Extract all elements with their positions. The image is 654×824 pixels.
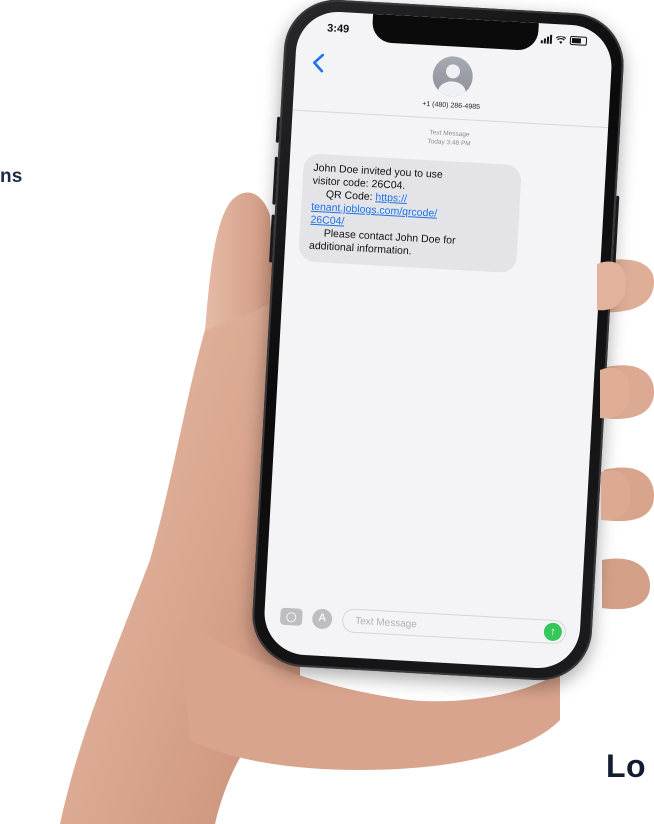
app-store-icon[interactable] <box>311 608 333 630</box>
qr-code-link[interactable]: https:// <box>375 191 407 205</box>
smartphone: 3:49 +1 (480) 286-4985 Text Message Toda… <box>249 0 627 683</box>
brand-logo-text: Lo <box>606 748 647 784</box>
camera-icon[interactable] <box>279 607 303 626</box>
status-time: 3:49 <box>326 22 350 36</box>
message-input[interactable]: Text Message <box>341 608 567 645</box>
contact-avatar[interactable] <box>431 55 474 98</box>
status-icons <box>540 34 588 46</box>
avatar-head <box>445 64 461 79</box>
signal-icon <box>540 34 553 44</box>
chevron-left-icon[interactable] <box>311 53 326 74</box>
avatar-body <box>437 80 467 98</box>
wifi-icon <box>555 35 567 44</box>
contact-number[interactable]: +1 (480) 286-4985 <box>293 94 609 119</box>
phone-screen: 3:49 +1 (480) 286-4985 Text Message Toda… <box>262 9 614 671</box>
incoming-message-bubble[interactable]: John Doe invited you to use visitor code… <box>298 153 522 274</box>
battery-icon <box>569 35 588 46</box>
